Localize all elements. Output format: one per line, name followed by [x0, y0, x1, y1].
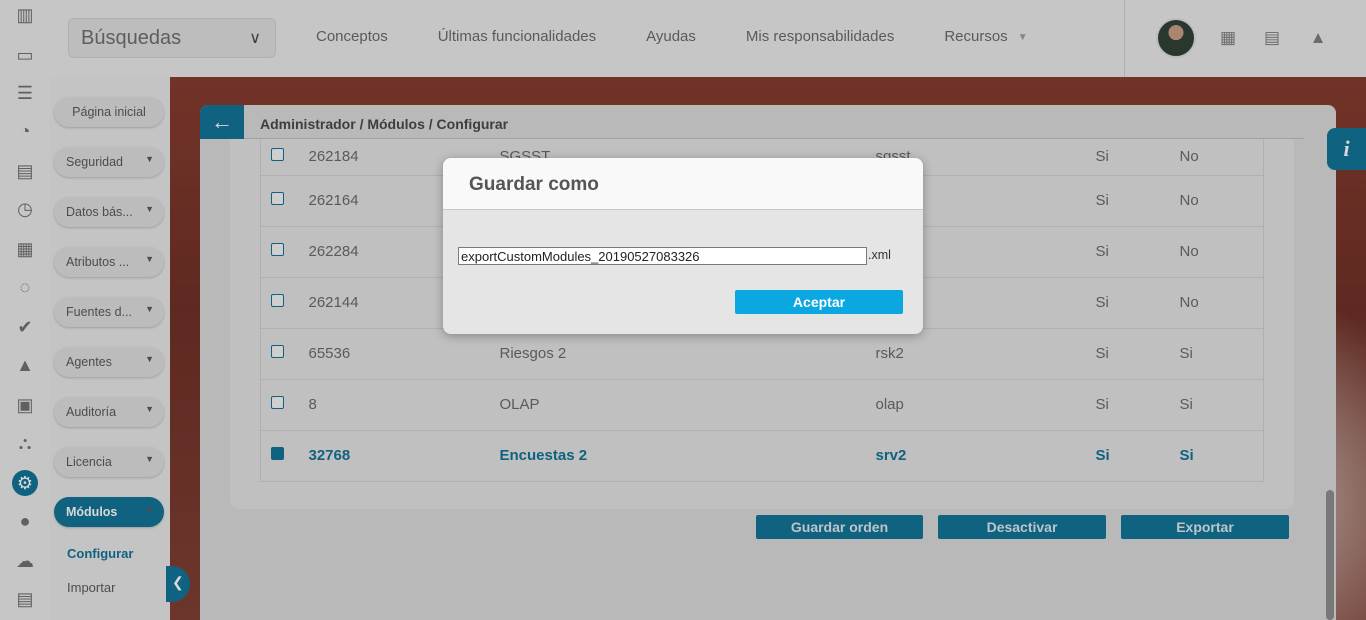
dialog-title: Guardar como: [443, 158, 923, 210]
filename-input[interactable]: [458, 247, 867, 265]
save-as-dialog: Guardar como .xml Aceptar: [443, 158, 923, 334]
accept-button[interactable]: Aceptar: [735, 290, 903, 314]
file-extension: .xml: [868, 248, 891, 262]
